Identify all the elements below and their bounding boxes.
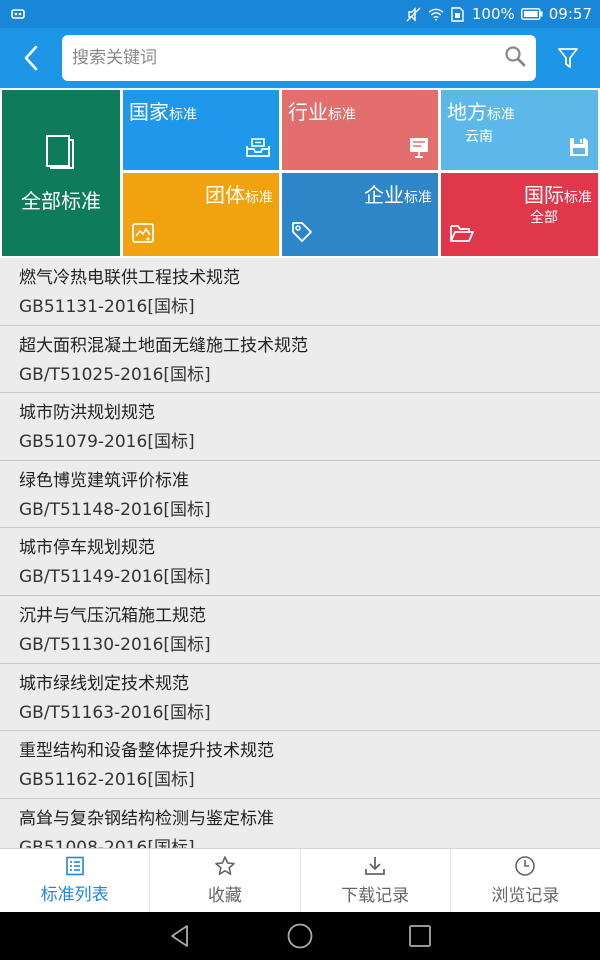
nav-home-icon (287, 923, 313, 949)
standards-list[interactable]: 燃气冷热电联供工程技术规范 GB51131-2016[国标] 超大面积混凝土地面无… (0, 258, 600, 848)
inbox-icon (245, 136, 271, 162)
standard-code: GB/T51163-2016[国标] (19, 702, 211, 723)
standard-title: 城市停车规划规范 (19, 538, 155, 559)
battery-percent: 100% (471, 5, 515, 23)
list-item[interactable]: 重型结构和设备整体提升技术规范 GB51162-2016[国标] (0, 731, 600, 799)
app-bar (0, 28, 600, 88)
category-international-name: 国际 (524, 183, 564, 207)
standard-code: GB/T51148-2016[国标] (19, 499, 211, 520)
sim-icon (450, 6, 466, 22)
nav-home-button[interactable] (280, 916, 320, 956)
category-international[interactable]: 国际标准 全部 (441, 173, 598, 256)
list-item[interactable]: 绿色博览建筑评价标准 GB/T51148-2016[国标] (0, 460, 600, 529)
tag-icon (290, 220, 314, 248)
standard-title: 城市防洪规划规范 (19, 403, 155, 424)
category-international-scope: 全部 (530, 210, 558, 226)
category-group-name: 团体 (205, 183, 245, 207)
list-item[interactable]: 城市停车规划规范 GB/T51149-2016[国标] (0, 528, 600, 596)
standard-title: 超大面积混凝土地面无缝施工技术规范 (19, 335, 308, 356)
map-icon (131, 222, 155, 248)
star-icon (215, 856, 235, 875)
tab-downloads[interactable]: 下载记录 (301, 849, 451, 912)
battery-icon (520, 6, 543, 22)
category-group[interactable]: 团体标准 (123, 173, 279, 256)
standard-code: GB51162-2016[国标] (19, 770, 195, 791)
category-national-name: 国家 (129, 100, 169, 124)
list-item[interactable]: 城市绿线划定技术规范 GB/T51163-2016[国标] (0, 663, 600, 732)
tab-history[interactable]: 浏览记录 (451, 849, 600, 912)
document-stack-icon (44, 133, 78, 173)
category-local-region: 云南 (465, 129, 493, 145)
search-icon[interactable] (504, 45, 526, 71)
category-grid: 全部标准 国家标准 行业标准 地方标准 云南 团体标准 企业标准 国际标准 全部 (0, 88, 600, 258)
mute-icon (406, 6, 422, 22)
clock-icon (515, 856, 536, 876)
category-local-suffix: 标准 (487, 107, 515, 123)
download-icon (365, 857, 386, 875)
bottom-tab-bar: 标准列表 收藏 下载记录 浏览记录 (0, 848, 600, 912)
clock-time: 09:57 (548, 5, 592, 23)
list-item[interactable]: 高耸与复杂钢结构检测与鉴定标准 GB51008-2016[国标] (0, 798, 600, 848)
tab-favorites[interactable]: 收藏 (150, 849, 301, 912)
tab-label: 标准列表 (40, 885, 109, 905)
category-group-suffix: 标准 (245, 190, 273, 206)
standard-title: 城市绿线划定技术规范 (19, 673, 189, 694)
standard-code: GB51131-2016[国标] (19, 297, 195, 317)
standard-title: 燃气冷热电联供工程技术规范 (19, 268, 240, 288)
category-all-label: 全部标准 (21, 188, 101, 213)
tab-label: 下载记录 (341, 886, 410, 906)
category-national-suffix: 标准 (169, 107, 197, 123)
tab-standard-list[interactable]: 标准列表 (0, 849, 151, 912)
category-enterprise[interactable]: 企业标准 (282, 173, 438, 256)
category-enterprise-suffix: 标准 (404, 190, 432, 206)
tab-label: 收藏 (207, 886, 242, 906)
list-icon (65, 856, 84, 876)
list-item[interactable]: 沉井与气压沉箱施工规范 GB/T51130-2016[国标] (0, 595, 600, 664)
category-national[interactable]: 国家标准 (123, 90, 279, 170)
list-item[interactable]: 燃气冷热电联供工程技术规范 GB51131-2016[国标] (0, 258, 600, 326)
tab-label: 浏览记录 (491, 886, 560, 906)
folder-open-icon (449, 222, 475, 248)
category-industry[interactable]: 行业标准 (282, 90, 438, 170)
list-item[interactable]: 城市防洪规划规范 GB51079-2016[国标] (0, 393, 600, 461)
standard-title: 高耸与复杂钢结构检测与鉴定标准 (19, 808, 274, 829)
category-industry-name: 行业 (288, 100, 328, 124)
category-international-suffix: 标准 (564, 190, 592, 206)
filter-button[interactable] (536, 28, 600, 88)
nav-recents-icon (409, 925, 431, 947)
standard-code: GB/T51149-2016[国标] (19, 567, 211, 588)
back-icon (24, 45, 38, 71)
category-enterprise-name: 企业 (364, 183, 404, 207)
nav-back-button[interactable] (160, 916, 200, 956)
system-nav-bar (0, 912, 600, 960)
status-bar: 100% 09:57 (0, 0, 600, 28)
nav-back-icon (171, 925, 188, 947)
search-box[interactable] (62, 35, 536, 81)
board-icon (408, 136, 430, 162)
standard-code: GB/T51130-2016[国标] (19, 634, 211, 655)
standard-code: GB/T51025-2016[国标] (19, 364, 211, 385)
wifi-icon (428, 6, 444, 22)
search-input[interactable] (72, 48, 504, 68)
category-local-name: 地方 (447, 100, 487, 124)
category-all[interactable]: 全部标准 (2, 90, 120, 256)
nav-recents-button[interactable] (400, 916, 440, 956)
standard-code: GB51008-2016[国标] (19, 837, 195, 848)
category-local[interactable]: 地方标准 云南 (441, 90, 598, 170)
notification-icon (10, 6, 26, 22)
category-industry-suffix: 标准 (328, 107, 356, 123)
standard-code: GB51079-2016[国标] (19, 432, 195, 453)
standard-title: 沉井与气压沉箱施工规范 (19, 605, 206, 626)
save-icon (568, 136, 590, 162)
standard-title: 重型结构和设备整体提升技术规范 (19, 741, 274, 762)
filter-icon (558, 48, 578, 68)
back-button[interactable] (0, 28, 62, 88)
list-item[interactable]: 超大面积混凝土地面无缝施工技术规范 GB/T51025-2016[国标] (0, 325, 600, 394)
standard-title: 绿色博览建筑评价标准 (19, 470, 189, 491)
